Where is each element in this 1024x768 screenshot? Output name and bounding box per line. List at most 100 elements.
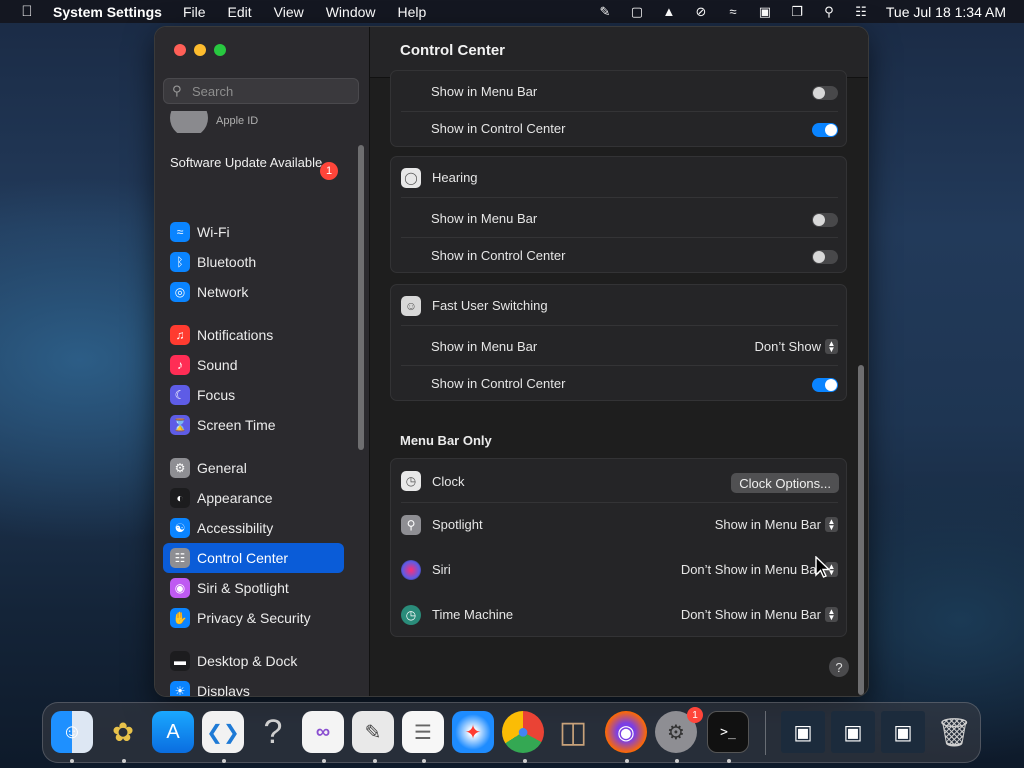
sidebar-item-appearance[interactable]: ◐ Appearance <box>163 483 344 513</box>
bluetooth-icon: ᛒ <box>170 252 190 272</box>
hearing-row-menu-bar: Show in Menu Bar <box>391 201 848 238</box>
main-scrollbar[interactable] <box>858 365 864 695</box>
top-menu-bar-label: Show in Menu Bar <box>431 84 538 99</box>
terminal-icon[interactable]: >_ <box>707 711 749 753</box>
running-indicator <box>70 759 74 763</box>
sidebar: ⚲ Apple ID Software Update Available 1 ≈… <box>155 27 370 696</box>
sidebar-item-label: Network <box>197 284 249 300</box>
running-indicator <box>122 759 126 763</box>
fus-control-center-toggle[interactable] <box>812 378 838 392</box>
sidebar-scrollbar[interactable] <box>358 145 364 450</box>
sidebar-item-label: Accessibility <box>197 520 274 536</box>
textedit-icon[interactable]: ☰ <box>402 711 444 753</box>
menu-app-name[interactable]: System Settings <box>53 4 162 20</box>
chrome-icon[interactable]: ● <box>502 711 544 753</box>
apple-menu-icon[interactable]:  <box>17 2 37 22</box>
top-menu-bar-toggle[interactable] <box>812 86 838 100</box>
zoom-button[interactable] <box>214 44 226 56</box>
clock-options-button[interactable]: Clock Options... <box>731 473 839 493</box>
sidebar-item-label: Appearance <box>197 490 273 506</box>
sidebar-item-focus[interactable]: ☾ Focus <box>163 380 344 410</box>
running-indicator <box>322 759 326 763</box>
sidebar-item-label: Bluetooth <box>197 254 257 270</box>
fus-header: ☺ Fast User Switching <box>391 288 848 325</box>
sidebar-item-privacy-security[interactable]: ✋ Privacy & Security <box>163 603 344 633</box>
spotlight-popup[interactable]: Show in Menu Bar ▲ ▼ <box>715 517 838 532</box>
archive-utility-icon[interactable]: ◫ <box>552 711 594 753</box>
safari-icon[interactable]: ✦ <box>452 711 494 753</box>
status-search-icon[interactable]: ⚲ <box>818 3 840 21</box>
time-machine-row: ◷ Time Machine Don’t Show in Menu Bar ▲ ▼ <box>391 597 848 637</box>
menu-view[interactable]: View <box>274 4 304 20</box>
hearing-group: ◯ Hearing Show in Menu Bar Show in Contr… <box>390 156 847 273</box>
status-app-icon[interactable]: ✎ <box>594 3 616 21</box>
sidebar-item-label: Sound <box>197 357 238 373</box>
running-indicator <box>727 759 731 763</box>
search-field[interactable]: ⚲ <box>163 78 359 104</box>
sidebar-item-general[interactable]: ⚙ General <box>163 453 344 483</box>
app-store-icon[interactable]: A <box>152 711 194 753</box>
hearing-menu-bar-toggle[interactable] <box>812 213 838 227</box>
running-indicator <box>625 759 629 763</box>
top-control-center-toggle[interactable] <box>812 123 838 137</box>
sidebar-item-siri-spotlight[interactable]: ◉ Siri & Spotlight <box>163 573 344 603</box>
minimize-button[interactable] <box>194 44 206 56</box>
user-icon: ☺ <box>401 296 421 316</box>
menu-clock[interactable]: Tue Jul 18 1:34 AM <box>886 4 1006 20</box>
clock-row: ◷ Clock Clock Options... <box>391 462 848 502</box>
sidebar-item-network[interactable]: ◎ Network <box>163 277 344 307</box>
time-machine-value: Don’t Show in Menu Bar <box>680 607 821 622</box>
status-slash-icon[interactable]: ⊘ <box>690 3 712 21</box>
trash-icon[interactable]: 🗑 <box>933 711 975 753</box>
sidebar-item-wi-fi[interactable]: ≈ Wi-Fi <box>163 217 344 247</box>
fus-menu-bar-popup[interactable]: Don’t Show ▲ ▼ <box>755 339 838 354</box>
status-windows-icon[interactable]: ❐ <box>786 3 808 21</box>
status-upload-icon[interactable]: ▲ <box>658 3 680 21</box>
moon-icon: ☾ <box>170 385 190 405</box>
vscode-icon[interactable]: ❮❯ <box>202 711 244 753</box>
sidebar-item-sound[interactable]: ♪ Sound <box>163 350 344 380</box>
apple-id-label: Apple ID <box>216 115 259 127</box>
fus-row-control-center: Show in Control Center <box>391 366 848 403</box>
sidebar-item-label: Desktop & Dock <box>197 653 298 669</box>
help-button[interactable]: ? <box>829 657 849 677</box>
window-thumbnail-icon[interactable]: ▣ <box>881 711 925 753</box>
apple-id-item[interactable]: Apple ID <box>170 111 360 133</box>
hearing-control-center-label: Show in Control Center <box>431 248 566 263</box>
status-rounded-square-icon[interactable]: ▢ <box>626 3 648 21</box>
window-thumbnail-icon[interactable]: ▣ <box>781 711 825 753</box>
menu-help[interactable]: Help <box>398 4 427 20</box>
visual-studio-icon[interactable]: ∞ <box>302 711 344 753</box>
cyberduck-icon[interactable]: ✿ <box>102 711 144 753</box>
menu-file[interactable]: File <box>183 4 206 20</box>
sidebar-item-desktop-dock[interactable]: ▬ Desktop & Dock <box>163 646 344 676</box>
search-input[interactable] <box>192 83 342 99</box>
hearing-control-center-toggle[interactable] <box>812 250 838 264</box>
sidebar-item-displays[interactable]: ☀ Displays <box>163 676 344 696</box>
top-control-center-label: Show in Control Center <box>431 121 566 136</box>
firefox-icon[interactable]: ◉ <box>605 711 647 753</box>
menu-edit[interactable]: Edit <box>228 4 252 20</box>
status-sidebar-icon[interactable]: ▣ <box>754 3 776 21</box>
close-button[interactable] <box>174 44 186 56</box>
top-row-control-center: Show in Control Center <box>391 111 848 148</box>
main-pane: Control Center Show in Menu Bar Show in … <box>370 27 868 696</box>
sidebar-item-accessibility[interactable]: ☯ Accessibility <box>163 513 344 543</box>
time-machine-popup[interactable]: Don’t Show in Menu Bar ▲ ▼ <box>681 607 838 622</box>
system-settings-badge: 1 <box>687 707 703 723</box>
sidebar-item-label: Screen Time <box>197 417 276 433</box>
script-editor-icon[interactable]: ✎ <box>352 711 394 753</box>
sidebar-item-notifications[interactable]: ♫ Notifications <box>163 320 344 350</box>
sidebar-item-label: Siri & Spotlight <box>197 580 289 596</box>
question-mark-icon[interactable]: ? <box>252 711 294 753</box>
finder-icon[interactable]: ☺ <box>51 711 93 753</box>
menu-window[interactable]: Window <box>326 4 376 20</box>
sidebar-item-bluetooth[interactable]: ᛒ Bluetooth <box>163 247 344 277</box>
sidebar-item-control-center[interactable]: ☷ Control Center <box>163 543 344 573</box>
status-control-center-icon[interactable]: ☷ <box>850 3 872 21</box>
sidebar-item-screen-time[interactable]: ⌛ Screen Time <box>163 410 344 440</box>
chevron-updown-icon: ▲ ▼ <box>825 517 838 532</box>
status-wifi-icon[interactable]: ≈ <box>722 3 744 21</box>
window-thumbnail-icon[interactable]: ▣ <box>831 711 875 753</box>
sidebar-item-label: Control Center <box>197 550 289 566</box>
